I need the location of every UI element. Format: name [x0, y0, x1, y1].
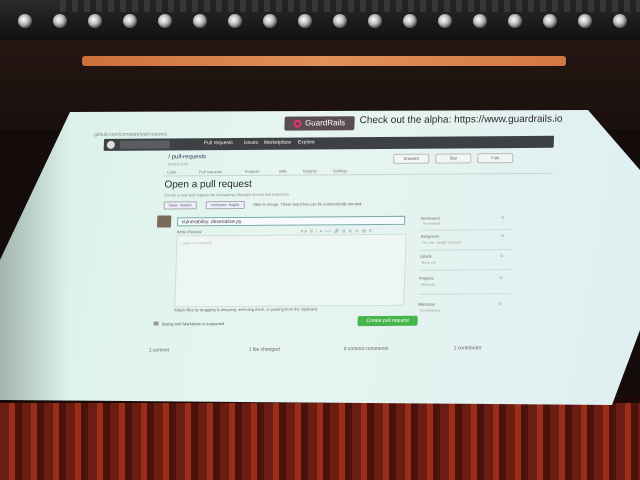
- base-branch-select[interactable]: base: master: [163, 201, 197, 210]
- gear-icon[interactable]: ⚙: [501, 215, 505, 220]
- stage-light: [263, 14, 277, 28]
- stage-light: [578, 14, 592, 28]
- sidebar-divider: [420, 229, 513, 231]
- editor-tabs[interactable]: Write Preview: [177, 229, 202, 234]
- repo-name[interactable]: / pull-requests: [168, 154, 206, 160]
- stage-light: [613, 14, 627, 28]
- sidebar-heading-reviewers[interactable]: Reviewers: [421, 216, 440, 221]
- orange-light-strip: [82, 56, 566, 66]
- sidebar-value-projects: None yet: [420, 282, 435, 287]
- markdown-note: Styling with Markdown is supported: [153, 321, 224, 326]
- sidebar-heading-labels[interactable]: Labels: [420, 254, 432, 259]
- nav-marketplace[interactable]: Marketplace: [264, 140, 291, 146]
- tab-projects[interactable]: Projects: [245, 169, 260, 174]
- markdown-icon: [153, 321, 159, 326]
- guardrails-icon: [293, 119, 303, 128]
- gear-icon[interactable]: ⚙: [499, 275, 503, 280]
- screen-shadow: [0, 112, 70, 402]
- page-subtitle: Create a new pull request by comparing c…: [163, 191, 291, 198]
- github-header: Pull requests Issues Marketplace Explore: [103, 135, 555, 151]
- sidebar-value-reviewers: No reviews: [422, 221, 441, 226]
- stage-light: [88, 14, 102, 28]
- projected-slide: GuardRails Check out the alpha: https://…: [86, 109, 595, 372]
- tab-wiki[interactable]: Wiki: [279, 169, 287, 174]
- github-logo-icon[interactable]: [106, 140, 115, 149]
- compare-row: base: master compare: bugfix Able to mer…: [163, 199, 544, 210]
- stage-light: [123, 14, 137, 28]
- merge-status: Able to merge. These branches can be aut…: [253, 201, 363, 207]
- stage-light: [368, 14, 382, 28]
- stage-light: [228, 14, 242, 28]
- watch-button[interactable]: Unwatch: [393, 153, 430, 164]
- files-changed[interactable]: 1 file changed: [249, 347, 280, 353]
- commits-count[interactable]: 1 commit: [149, 347, 169, 353]
- attach-help-text: Attach files by dragging & dropping, sel…: [173, 306, 319, 313]
- nav-explore[interactable]: Explore: [298, 139, 315, 145]
- stage-curtain: [0, 395, 640, 480]
- stage-light: [508, 14, 522, 28]
- search-input[interactable]: [119, 140, 170, 149]
- pr-title-input[interactable]: Vulnerability: deserialize.py: [176, 215, 406, 227]
- stage-light: [438, 14, 452, 28]
- fork-button[interactable]: Fork: [477, 153, 514, 164]
- sidebar-value-milestone: No milestone: [419, 308, 441, 313]
- comment-placeholder: Leave a comment: [180, 240, 213, 246]
- create-pull-request-button[interactable]: Create pull request: [357, 315, 418, 327]
- repo-subtitle: forked from: [168, 161, 189, 167]
- tab-settings[interactable]: Settings: [333, 168, 348, 173]
- compare-branch-select[interactable]: compare: bugfix: [205, 200, 245, 210]
- brand-name: GuardRails: [304, 118, 346, 128]
- nav-pull-requests[interactable]: Pull requests: [204, 140, 233, 146]
- pr-stats: 1 commit 1 file changed 0 commit comment…: [149, 345, 569, 353]
- sidebar-divider: [419, 269, 512, 271]
- markdown-note-text: Styling with Markdown is supported: [161, 321, 225, 327]
- stage-light: [403, 14, 417, 28]
- commit-comments[interactable]: 0 commit comments: [344, 346, 389, 352]
- lighting-truss: [60, 0, 640, 12]
- gear-icon[interactable]: ⚙: [500, 233, 504, 238]
- stage-light: [333, 14, 347, 28]
- promo-text: Check out the alpha: https://www.guardra…: [359, 113, 563, 127]
- page-title: Open a pull request: [164, 178, 252, 191]
- stage-light: [298, 14, 312, 28]
- sidebar-divider: [418, 293, 511, 295]
- sidebar-divider: [420, 249, 513, 251]
- tab-pull-requests[interactable]: Pull requests: [199, 169, 222, 174]
- gear-icon[interactable]: ⚙: [498, 301, 502, 306]
- tab-insights[interactable]: Insights: [303, 168, 317, 173]
- nav-issues[interactable]: Issues: [244, 140, 259, 146]
- gear-icon[interactable]: ⚙: [500, 253, 504, 258]
- guardrails-logo: GuardRails: [284, 116, 355, 131]
- sidebar-heading-milestone[interactable]: Milestone: [418, 302, 435, 307]
- sidebar-heading-projects[interactable]: Projects: [419, 276, 434, 281]
- stage-light: [53, 14, 67, 28]
- sidebar-value-assignees[interactable]: No one—assign yourself: [422, 240, 460, 244]
- editor-toolbar[interactable]: AA B i ≡ <> 🔗 ≣ ≣ ☑ @ ⎘: [301, 228, 374, 234]
- stage-light: [193, 14, 207, 28]
- star-button[interactable]: Star: [435, 153, 472, 164]
- contributors[interactable]: 1 contributor: [454, 345, 482, 351]
- tab-code[interactable]: Code: [167, 169, 177, 174]
- stage-light: [473, 14, 487, 28]
- stage-light: [158, 14, 172, 28]
- stage-light: [18, 14, 32, 28]
- sidebar-value-labels: None yet: [421, 260, 436, 265]
- avatar: [156, 215, 172, 228]
- stage-light: [543, 14, 557, 28]
- sidebar-heading-assignees[interactable]: Assignees: [420, 234, 439, 239]
